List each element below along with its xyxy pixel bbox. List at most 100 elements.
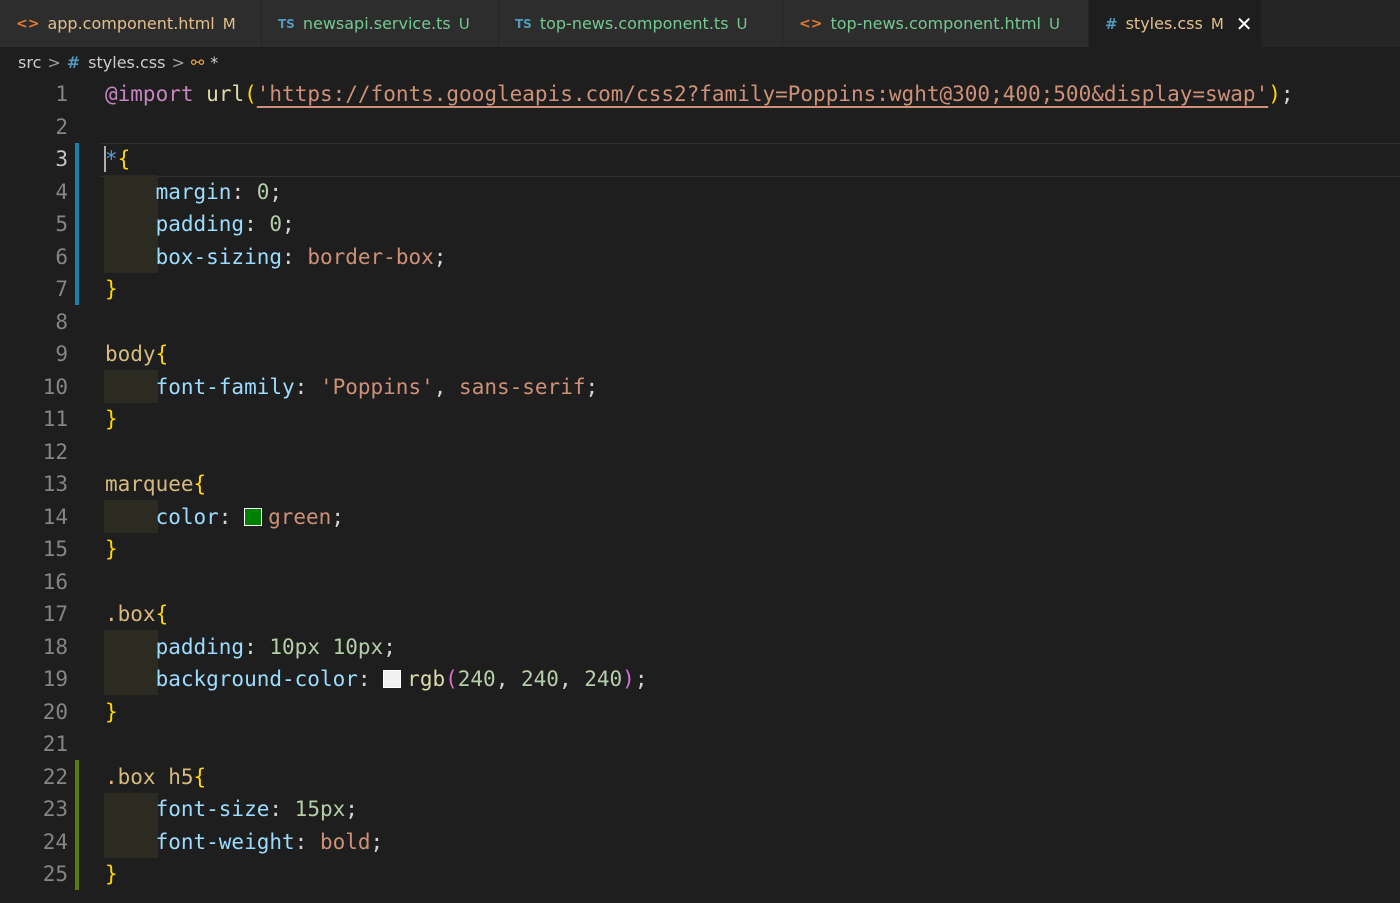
line-number: 13 <box>42 472 68 497</box>
code-text: padding: 0; <box>155 212 295 237</box>
code-text: } <box>105 277 118 302</box>
code-text: @import url('https://fonts.googleapis.co… <box>105 82 1294 107</box>
code-line[interactable]: 24 font-weight: bold; <box>0 826 1400 859</box>
code-line[interactable]: 17 .box{ <box>0 598 1400 631</box>
code-line[interactable]: 23 font-size: 15px; <box>0 793 1400 826</box>
chevron-right-icon: > <box>47 53 61 72</box>
line-number: 19 <box>42 667 68 692</box>
code-text: font-weight: bold; <box>155 829 384 854</box>
code-line-current[interactable]: 3 *{ <box>0 143 1400 176</box>
line-number: 5 <box>55 212 68 237</box>
code-line[interactable]: 7 } <box>0 273 1400 306</box>
breadcrumb-symbol[interactable]: * <box>210 53 218 72</box>
line-number: 10 <box>42 374 68 399</box>
html-file-icon: <> <box>16 15 40 32</box>
code-line[interactable]: 4 margin: 0; <box>0 176 1400 209</box>
code-text: body{ <box>105 342 169 367</box>
tab-git-status: U <box>1049 14 1060 33</box>
code-line[interactable]: 13 marquee{ <box>0 468 1400 501</box>
tab-label: app.component.html <box>47 14 215 33</box>
tab-app-component-html[interactable]: <> app.component.html M <box>0 0 262 47</box>
line-number: 24 <box>42 829 68 854</box>
breadcrumb-folder[interactable]: src <box>18 53 41 72</box>
line-number: 6 <box>55 244 68 269</box>
symbol-class-icon: ⚯ <box>190 53 205 72</box>
code-line[interactable]: 1 @import url('https://fonts.googleapis.… <box>0 78 1400 111</box>
chevron-right-icon: > <box>171 53 185 72</box>
code-text: color: green; <box>155 504 344 529</box>
line-number: 15 <box>42 537 68 562</box>
code-line[interactable]: 15 } <box>0 533 1400 566</box>
line-number: 23 <box>42 797 68 822</box>
code-line[interactable]: 8 <box>0 306 1400 339</box>
typescript-file-icon: TS <box>515 16 532 31</box>
code-editor[interactable]: 1 @import url('https://fonts.googleapis.… <box>0 78 1400 903</box>
code-line[interactable]: 10 font-family: 'Poppins', sans-serif; <box>0 371 1400 404</box>
css-file-icon: # <box>66 53 81 72</box>
code-line[interactable]: 19 background-color: rgb(240, 240, 240); <box>0 663 1400 696</box>
tab-label: top-news.component.ts <box>539 14 729 33</box>
tab-top-news-component-html[interactable]: <> top-news.component.html U <box>783 0 1089 47</box>
tab-git-status: U <box>736 14 748 33</box>
line-number: 8 <box>55 309 68 334</box>
code-text: .box{ <box>105 602 169 627</box>
color-swatch-rgb[interactable] <box>383 670 402 689</box>
code-line[interactable]: 9 body{ <box>0 338 1400 371</box>
url-link[interactable]: 'https://fonts.googleapis.com/css2?famil… <box>257 82 1268 106</box>
tab-git-status: M <box>1210 14 1224 33</box>
code-line[interactable]: 14 color: green; <box>0 501 1400 534</box>
line-number: 11 <box>42 407 68 432</box>
close-icon[interactable]: ✕ <box>1236 14 1253 34</box>
code-text: font-size: 15px; <box>155 797 358 822</box>
line-number: 20 <box>42 699 68 724</box>
code-text: padding: 10px 10px; <box>155 634 396 659</box>
editor-tab-bar: <> app.component.html M TS newsapi.servi… <box>0 0 1400 47</box>
tab-git-status: M <box>222 14 236 33</box>
code-line[interactable]: 16 <box>0 566 1400 599</box>
tab-git-status: U <box>458 14 470 33</box>
code-line[interactable]: 18 padding: 10px 10px; <box>0 631 1400 664</box>
tab-newsapi-service-ts[interactable]: TS newsapi.service.ts U <box>262 0 499 47</box>
tab-label: top-news.component.html <box>830 14 1041 33</box>
line-number: 2 <box>55 114 68 139</box>
tab-label: newsapi.service.ts <box>302 14 451 33</box>
line-number: 3 <box>55 147 68 172</box>
code-text: box-sizing: border-box; <box>155 244 447 269</box>
code-line[interactable]: 12 <box>0 436 1400 469</box>
line-number: 25 <box>42 862 68 887</box>
line-number: 9 <box>55 342 68 367</box>
breadcrumb: src > # styles.css > ⚯ * <box>0 47 1400 78</box>
line-number: 22 <box>42 764 68 789</box>
line-number: 1 <box>55 82 68 107</box>
typescript-file-icon: TS <box>278 16 295 31</box>
css-file-icon: # <box>1105 14 1118 33</box>
code-line[interactable]: 5 padding: 0; <box>0 208 1400 241</box>
code-text: font-family: 'Poppins', sans-serif; <box>155 374 599 399</box>
tab-top-news-component-ts[interactable]: TS top-news.component.ts U <box>499 0 783 47</box>
code-line[interactable]: 22 .box h5{ <box>0 761 1400 794</box>
code-line[interactable]: 20 } <box>0 696 1400 729</box>
tab-label: styles.css <box>1125 14 1203 33</box>
code-line[interactable]: 21 <box>0 728 1400 761</box>
code-line[interactable]: 11 } <box>0 403 1400 436</box>
line-number: 12 <box>42 439 68 464</box>
code-text: } <box>105 537 118 562</box>
line-number: 7 <box>55 277 68 302</box>
line-number: 18 <box>42 634 68 659</box>
code-text: margin: 0; <box>155 179 283 204</box>
code-text: marquee{ <box>105 472 207 497</box>
code-line[interactable]: 2 <box>0 111 1400 144</box>
line-number: 16 <box>42 569 68 594</box>
code-text: *{ <box>105 147 131 172</box>
line-number: 17 <box>42 602 68 627</box>
line-number: 14 <box>42 504 68 529</box>
breadcrumb-file[interactable]: styles.css <box>88 53 165 72</box>
tab-styles-css[interactable]: # styles.css M ✕ <box>1089 0 1262 47</box>
code-line[interactable]: 25 } <box>0 858 1400 891</box>
code-text: } <box>105 862 118 887</box>
line-number: 4 <box>55 179 68 204</box>
color-swatch-green[interactable] <box>244 507 263 526</box>
code-text: } <box>105 407 118 432</box>
line-number: 21 <box>42 732 68 757</box>
code-line[interactable]: 6 box-sizing: border-box; <box>0 241 1400 274</box>
